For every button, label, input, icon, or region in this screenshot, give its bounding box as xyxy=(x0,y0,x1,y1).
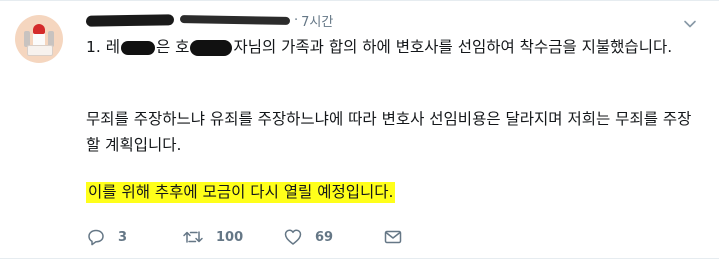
direct-message-button[interactable] xyxy=(383,226,403,248)
reply-icon xyxy=(88,229,104,246)
chevron-down-icon[interactable] xyxy=(683,17,697,31)
avatar-plate xyxy=(27,45,53,56)
para1-suffix: 자님의 가족과 합의 하에 변호사를 선임하여 착수금을 지불했습니다. xyxy=(233,38,673,56)
retweet-icon xyxy=(183,231,203,243)
tweet-header: · 7시간 xyxy=(85,10,333,30)
redaction-mark xyxy=(190,39,233,56)
heart-icon xyxy=(284,229,302,245)
reply-count: 3 xyxy=(118,229,128,245)
tweet-paragraph-1: 1. 레 은 호 자님의 가족과 합의 하에 변호사를 선임하여 착수금을 지불했습… xyxy=(86,34,701,60)
reply-button[interactable]: 3 xyxy=(86,226,127,248)
envelope-icon xyxy=(384,230,402,244)
separator-dot: · xyxy=(294,12,299,28)
tweet-actions: 3 100 69 xyxy=(86,226,486,248)
highlighted-text: 이를 위해 추후에 모금이 다시 열릴 예정입니다. xyxy=(86,182,396,203)
retweet-button[interactable]: 100 xyxy=(182,226,243,248)
tweet-paragraph-3: 이를 위해 추후에 모금이 다시 열릴 예정입니다. xyxy=(86,179,396,205)
avatar-cap xyxy=(33,24,45,34)
tweet-paragraph-2: 무죄를 주장하느냐 유죄를 주장하느냐에 따라 변호사 선임비용은 달라지며 저… xyxy=(86,110,692,154)
redaction-mark xyxy=(120,40,155,55)
retweet-count: 100 xyxy=(216,229,244,245)
avatar[interactable] xyxy=(15,15,63,63)
like-button[interactable]: 69 xyxy=(283,226,333,248)
para1-prefix: 1. 레 xyxy=(86,38,120,56)
para1-mid: 은 호 xyxy=(155,38,190,56)
tweet-card[interactable]: · 7시간 1. 레 은 호 자님의 가족과 합의 하에 변호사를 선임하여 착수금… xyxy=(0,0,719,259)
like-count: 69 xyxy=(315,229,334,245)
handle-redacted[interactable] xyxy=(179,15,291,25)
timestamp[interactable]: 7시간 xyxy=(301,11,333,30)
display-name-redacted[interactable] xyxy=(85,13,175,27)
